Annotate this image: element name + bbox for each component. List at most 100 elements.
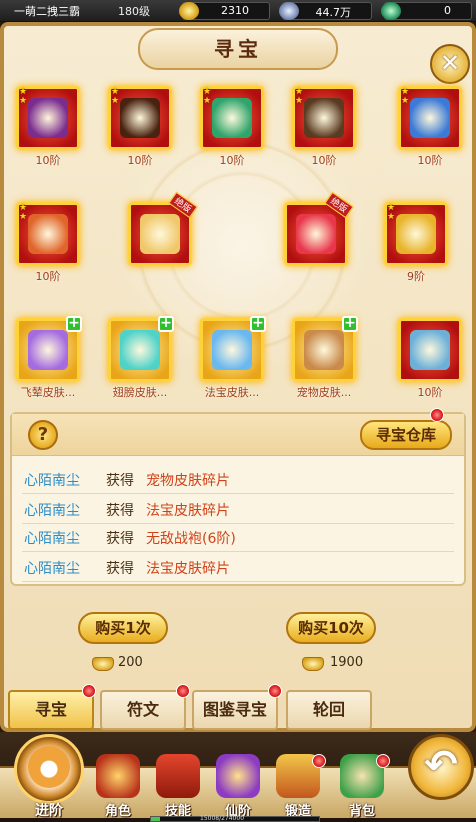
equipment-icon xyxy=(410,330,450,370)
rank-emblem-icon xyxy=(216,754,260,798)
buy-once-button[interactable]: 购买1次 xyxy=(78,612,168,644)
star-icon: ★ ★ xyxy=(387,203,396,222)
nav-advance-button[interactable]: 进阶 xyxy=(14,734,84,819)
skill-book-icon xyxy=(156,754,200,798)
buy-once-cost: 200 xyxy=(118,655,143,670)
log-verb: 获得 xyxy=(106,531,134,547)
equipment-icon xyxy=(410,98,450,138)
star-icon: ★ ★ xyxy=(111,87,120,106)
equipment-icon xyxy=(396,214,436,254)
treasure-item-slot[interactable]: ★ ★ 10阶 xyxy=(16,86,80,167)
star-icon: ★ ★ xyxy=(19,87,28,106)
player-name: 一萌二拽三霸 xyxy=(14,5,80,18)
question-icon: ? xyxy=(37,424,49,445)
treasure-item-slot[interactable]: ★ ★ 10阶 xyxy=(398,86,462,167)
equipment-icon xyxy=(304,98,344,138)
tab-collection-treasure[interactable]: 图鉴寻宝 xyxy=(192,690,278,730)
star-icon: ★ ★ xyxy=(19,203,28,222)
item-grade-label: 9阶 xyxy=(407,270,425,283)
item-grade-label: 宠物皮肤... xyxy=(296,386,352,399)
treasure-item-slot[interactable]: + 飞辇皮肤... xyxy=(16,316,82,399)
treasure-item-slot[interactable]: ★ ★ 10阶 xyxy=(292,86,356,167)
log-verb: 获得 xyxy=(106,503,134,519)
silver-coin-icon xyxy=(279,2,299,20)
equipment-icon xyxy=(120,330,160,370)
item-grade-label: 10阶 xyxy=(35,154,61,167)
treasure-item-slot[interactable]: ★ ★ 10阶 xyxy=(200,86,264,167)
tab-rune[interactable]: 符文 xyxy=(100,690,186,730)
buy-ten-button[interactable]: 购买10次 xyxy=(286,612,376,644)
equipment-icon xyxy=(120,98,160,138)
treasure-log: ? 寻宝仓库 心陌南尘 获得 宠物皮肤碎片 心陌南尘 获得 法宝皮肤碎片 心陌南… xyxy=(10,408,466,586)
equipment-icon xyxy=(140,214,180,254)
close-icon: ✕ xyxy=(439,49,461,77)
treasure-item-slot[interactable]: 绝版 xyxy=(284,191,354,266)
status-bar: 一萌二拽三霸 180级 2310 44.7万 0 xyxy=(0,0,476,22)
back-button[interactable]: ↶ xyxy=(408,734,474,800)
close-button[interactable]: ✕ xyxy=(430,44,470,84)
treasure-item-slot[interactable]: + 翅膀皮肤... xyxy=(108,316,174,399)
tab-reincarnation[interactable]: 轮回 xyxy=(286,690,372,730)
jade-counter[interactable]: 0 xyxy=(381,2,472,20)
exp-bar-fill xyxy=(151,817,161,821)
equipment-icon xyxy=(28,98,68,138)
nav-item-character[interactable]: 角色 xyxy=(90,754,146,819)
back-arrow-icon: ↶ xyxy=(424,742,458,788)
equipment-icon xyxy=(304,330,344,370)
item-grade-label: 10阶 xyxy=(219,154,245,167)
log-item: 无敌战袍(6阶) xyxy=(146,531,236,547)
warehouse-button[interactable]: 寻宝仓库 xyxy=(360,420,452,450)
gold-counter[interactable]: 2310 xyxy=(179,2,270,20)
equipment-icon xyxy=(296,214,336,254)
log-item: 法宝皮肤碎片 xyxy=(146,503,230,519)
log-entry: 心陌南尘 获得 法宝皮肤碎片 xyxy=(22,556,454,582)
star-icon: ★ ★ xyxy=(203,87,212,106)
cat-avatar-icon xyxy=(28,746,70,788)
gold-ingot-icon xyxy=(179,2,199,20)
item-grade-label: 10阶 xyxy=(311,154,337,167)
plus-icon: + xyxy=(342,316,358,332)
buy-ten-cost: 1900 xyxy=(330,655,364,670)
panel-title-banner: 寻宝 xyxy=(138,28,338,70)
gold-ingot-icon xyxy=(302,657,324,671)
log-item: 宠物皮肤碎片 xyxy=(146,473,230,489)
treasure-item-slot[interactable]: 10阶 xyxy=(398,318,462,399)
log-verb: 获得 xyxy=(106,561,134,577)
nav-item-skill[interactable]: 技能 xyxy=(150,754,206,819)
log-player[interactable]: 心陌南尘 xyxy=(24,556,80,582)
silver-counter[interactable]: 44.7万 xyxy=(279,2,372,20)
plus-icon: + xyxy=(250,316,266,332)
treasure-item-slot[interactable]: ★ ★ 9阶 xyxy=(384,202,448,283)
plus-icon: + xyxy=(66,316,82,332)
player-level: 180级 xyxy=(118,5,150,18)
treasure-item-slot[interactable]: ★ ★ 10阶 xyxy=(16,202,80,283)
nav-item-label: 背包 xyxy=(348,804,375,819)
log-player[interactable]: 心陌南尘 xyxy=(24,526,80,552)
treasure-item-slot[interactable]: + 宠物皮肤... xyxy=(292,316,358,399)
treasure-item-slot[interactable]: + 法宝皮肤... xyxy=(200,316,266,399)
nav-item-immortal-rank[interactable]: 仙阶 xyxy=(210,754,266,819)
equipment-icon xyxy=(212,98,252,138)
help-button[interactable]: ? xyxy=(28,420,58,450)
nav-advance-label: 进阶 xyxy=(35,803,63,819)
item-grade-label: 10阶 xyxy=(35,270,61,283)
notification-dot-icon xyxy=(430,408,444,422)
equipment-icon xyxy=(28,330,68,370)
treasure-item-slot[interactable]: ★ ★ 10阶 xyxy=(108,86,172,167)
helmet-icon xyxy=(96,754,140,798)
log-player[interactable]: 心陌南尘 xyxy=(24,498,80,524)
treasure-item-slot[interactable]: 绝版 xyxy=(128,191,198,266)
item-grade-label: 10阶 xyxy=(417,154,443,167)
tab-treasure[interactable]: 寻宝 xyxy=(8,690,94,730)
silver-value: 44.7万 xyxy=(315,6,352,19)
notification-dot-icon xyxy=(268,684,282,698)
log-player[interactable]: 心陌南尘 xyxy=(24,468,80,494)
item-grade-label: 10阶 xyxy=(127,154,153,167)
bottom-nav: 进阶 角色 技能 仙阶 锻造 背包 ↶ 15008/274000 xyxy=(0,732,476,822)
exp-text: 15008/274000 xyxy=(200,815,245,822)
log-entry: 心陌南尘 获得 法宝皮肤碎片 xyxy=(22,498,454,524)
page-title: 寻宝 xyxy=(214,37,262,61)
log-header: ? 寻宝仓库 xyxy=(12,408,464,456)
plus-icon: + xyxy=(158,316,174,332)
nav-item-label: 角色 xyxy=(104,804,131,819)
